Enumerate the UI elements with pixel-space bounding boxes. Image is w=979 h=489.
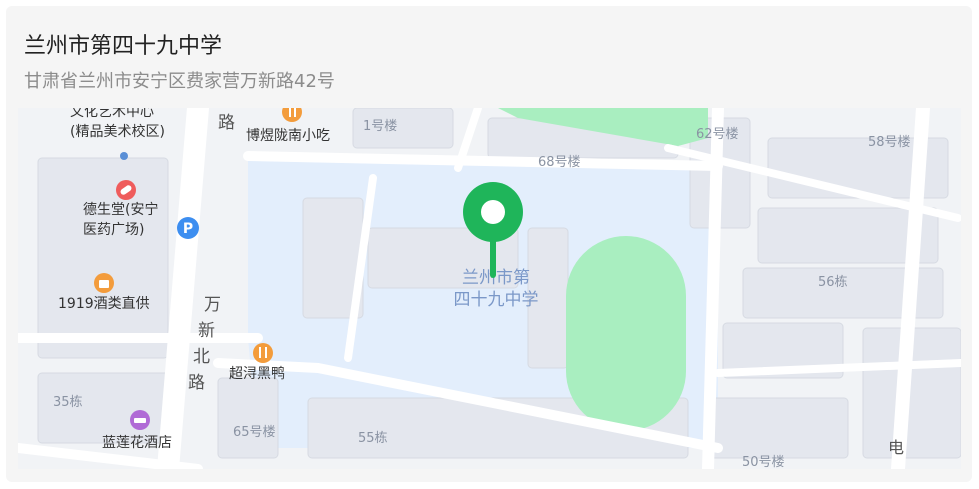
label-b50: 50号楼 [742,455,785,469]
label-b35: 35栋 [53,394,83,410]
label-b58: 58号楼 [868,135,911,150]
fork-knife-icon [253,343,273,363]
road-char-1: 万 [204,295,221,315]
label-hotel: 蓝莲花酒店 [102,435,172,451]
block-65 [217,377,279,459]
sports-field [566,236,686,431]
label-b62: 62号楼 [696,127,739,142]
shopping-bag-icon [94,273,114,293]
place-address: 甘肃省兰州市安宁区费家营万新路42号 [24,71,335,92]
school-label-line2: 四十九中学 [454,290,539,310]
place-title: 兰州市第四十九中学 [24,34,223,59]
bed-icon [130,410,150,430]
block-50 [707,397,849,459]
block-west [37,157,169,359]
location-card[interactable]: 兰州市第四十九中学 甘肃省兰州市安宁区费家营万新路42号 P 文化艺术中心 (精… [6,6,972,482]
label-b68: 68号楼 [538,155,581,170]
pill-icon [116,180,136,200]
label-b1: 1号楼 [363,119,397,134]
map-canvas[interactable]: P 文化艺术中心 (精品美术校区) 德生堂(安宁 医药广场) 1919酒类直供 … [18,108,961,469]
label-b55: 55栋 [358,430,388,446]
road-label-top: 路 [218,113,235,133]
map-view[interactable]: P 文化艺术中心 (精品美术校区) 德生堂(安宁 医药广场) 1919酒类直供 … [18,108,961,469]
road-label-right: 电 [888,438,904,457]
road-char-4: 路 [188,373,205,393]
svg-text:P: P [183,221,193,237]
label-arts-center-top: 文化艺术中心 [70,108,154,120]
label-desheng-1: 德生堂(安宁 [83,201,158,218]
label-desheng-2: 医药广场) [83,222,144,238]
label-b65: 65号楼 [233,425,276,440]
label-duck: 超浔黑鸭 [229,366,285,382]
parking-icon: P [177,217,199,239]
road-char-2: 新 [198,321,215,341]
label-b56: 56栋 [818,274,848,290]
label-liquor: 1919酒类直供 [58,295,150,312]
poi-dot-icon [120,152,128,160]
road-char-3: 北 [193,347,210,367]
label-snack: 博煜陇南小吃 [246,127,330,144]
label-arts-center: (精品美术校区) [70,123,165,140]
